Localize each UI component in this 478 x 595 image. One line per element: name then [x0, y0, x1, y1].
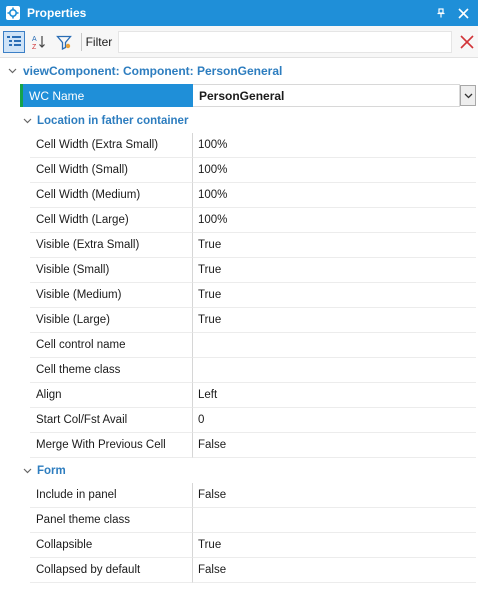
property-row[interactable]: Cell control name [30, 333, 476, 358]
property-value[interactable]: True [193, 258, 476, 283]
property-row[interactable]: Align Left [30, 383, 476, 408]
property-value[interactable]: False [193, 483, 476, 508]
sort-alphabetical-icon[interactable]: AZ [28, 31, 50, 53]
categorized-view-icon[interactable] [3, 30, 25, 53]
property-value[interactable]: True [193, 283, 476, 308]
chevron-down-icon [464, 93, 472, 98]
title-bar: Properties [0, 0, 478, 26]
property-value[interactable]: False [193, 433, 476, 458]
property-value[interactable]: False [193, 558, 476, 583]
property-value[interactable] [193, 333, 476, 358]
object-header-label: viewComponent: Component: PersonGeneral [23, 63, 283, 78]
property-name: Cell Width (Medium) [30, 183, 193, 208]
properties-toolbar: AZ Filter [0, 26, 478, 58]
property-name: Align [30, 383, 193, 408]
property-value[interactable]: 100% [193, 133, 476, 158]
property-value[interactable]: 100% [193, 183, 476, 208]
object-header[interactable]: viewComponent: Component: PersonGeneral [0, 58, 478, 83]
filter-label: Filter [85, 34, 113, 49]
category-header[interactable]: Form [0, 458, 478, 483]
property-row[interactable]: Cell Width (Extra Small) 100% [30, 133, 476, 158]
property-name: Collapsed by default [30, 558, 193, 583]
category-title: Form [37, 464, 66, 477]
property-name: Visible (Large) [30, 308, 193, 333]
property-value[interactable] [193, 358, 476, 383]
property-row[interactable]: Visible (Large) True [30, 308, 476, 333]
property-row[interactable]: Visible (Medium) True [30, 283, 476, 308]
wc-name-label: WC Name [20, 84, 193, 107]
property-name: Cell Width (Small) [30, 158, 193, 183]
property-name: Visible (Extra Small) [30, 233, 193, 258]
property-value[interactable]: 100% [193, 158, 476, 183]
property-row[interactable]: Cell Width (Small) 100% [30, 158, 476, 183]
property-name: Visible (Small) [30, 258, 193, 283]
property-name: Cell Width (Extra Small) [30, 133, 193, 158]
window-title: Properties [27, 6, 87, 20]
category-title: Location in father container [37, 114, 189, 127]
filter-funnel-icon[interactable] [53, 31, 75, 53]
svg-text:A: A [32, 36, 37, 43]
property-value[interactable]: True [193, 233, 476, 258]
property-row[interactable]: Cell theme class [30, 358, 476, 383]
property-value[interactable]: True [193, 533, 476, 558]
properties-gear-icon [6, 6, 20, 20]
toolbar-separator [80, 32, 82, 51]
property-name: Panel theme class [30, 508, 193, 533]
category-form: Form Include in panel False Panel theme c… [0, 458, 478, 583]
property-row[interactable]: Visible (Small) True [30, 258, 476, 283]
collapse-chevron-icon[interactable] [6, 65, 18, 77]
property-name: Merge With Previous Cell [30, 433, 193, 458]
property-name: Include in panel [30, 483, 193, 508]
property-value[interactable]: Left [193, 383, 476, 408]
category-header[interactable]: Location in father container [0, 108, 478, 133]
property-name: Cell theme class [30, 358, 193, 383]
property-row[interactable]: Visible (Extra Small) True [30, 233, 476, 258]
property-value[interactable]: 100% [193, 208, 476, 233]
clear-filter-icon[interactable] [456, 31, 478, 53]
category-location: Location in father container Cell Width … [0, 108, 478, 458]
property-value[interactable]: 0 [193, 408, 476, 433]
property-row[interactable]: Collapsible True [30, 533, 476, 558]
categories: Location in father container Cell Width … [0, 108, 478, 583]
property-row[interactable]: Cell Width (Large) 100% [30, 208, 476, 233]
property-name: Cell Width (Large) [30, 208, 193, 233]
property-row[interactable]: Collapsed by default False [30, 558, 476, 583]
svg-text:Z: Z [32, 44, 37, 50]
wc-name-row[interactable]: WC Name PersonGeneral [0, 83, 478, 108]
property-value[interactable] [193, 508, 476, 533]
property-name: Start Col/Fst Avail [30, 408, 193, 433]
collapse-chevron-icon[interactable] [21, 465, 33, 477]
property-name: Collapsible [30, 533, 193, 558]
wc-name-dropdown-button[interactable] [460, 85, 476, 106]
pin-icon[interactable] [430, 2, 452, 24]
property-grid: viewComponent: Component: PersonGeneral … [0, 58, 478, 583]
wc-name-value[interactable]: PersonGeneral [193, 84, 460, 107]
property-row[interactable]: Include in panel False [30, 483, 476, 508]
property-value[interactable]: True [193, 308, 476, 333]
property-row[interactable]: Merge With Previous Cell False [30, 433, 476, 458]
property-name: Visible (Medium) [30, 283, 193, 308]
filter-input[interactable] [118, 30, 453, 53]
property-name: Cell control name [30, 333, 193, 358]
property-row[interactable]: Cell Width (Medium) 100% [30, 183, 476, 208]
property-row[interactable]: Panel theme class [30, 508, 476, 533]
close-icon[interactable] [452, 2, 474, 24]
collapse-chevron-icon[interactable] [21, 115, 33, 127]
property-row[interactable]: Start Col/Fst Avail 0 [30, 408, 476, 433]
